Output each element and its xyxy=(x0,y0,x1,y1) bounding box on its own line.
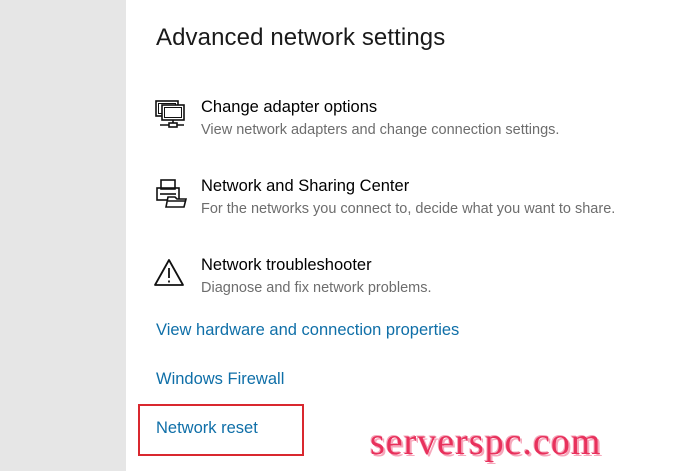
settings-content-pane: Advanced network settings Change adapter… xyxy=(126,0,684,471)
watermark-text: serverspc.com xyxy=(370,421,602,463)
network-adapter-icon xyxy=(154,98,188,132)
item-title: Network troubleshooter xyxy=(201,256,372,274)
item-title: Network and Sharing Center xyxy=(201,177,410,195)
item-description: For the networks you connect to, decide … xyxy=(201,201,616,217)
network-reset-link[interactable]: Network reset xyxy=(156,419,258,438)
network-troubleshooter-item[interactable]: Network troubleshooter Diagnose and fix … xyxy=(154,256,684,308)
item-title: Change adapter options xyxy=(201,98,378,116)
windows-firewall-link[interactable]: Windows Firewall xyxy=(156,370,284,389)
warning-triangle-icon xyxy=(154,256,188,290)
sharing-center-icon xyxy=(154,177,188,211)
network-sharing-center-item[interactable]: Network and Sharing Center For the netwo… xyxy=(154,177,684,229)
view-hardware-properties-link[interactable]: View hardware and connection properties xyxy=(156,321,459,340)
item-description: View network adapters and change connect… xyxy=(201,122,560,138)
left-navigation-strip xyxy=(0,0,126,471)
section-title: Advanced network settings xyxy=(156,24,446,51)
item-description: Diagnose and fix network problems. xyxy=(201,280,432,296)
change-adapter-options-item[interactable]: Change adapter options View network adap… xyxy=(154,98,684,150)
